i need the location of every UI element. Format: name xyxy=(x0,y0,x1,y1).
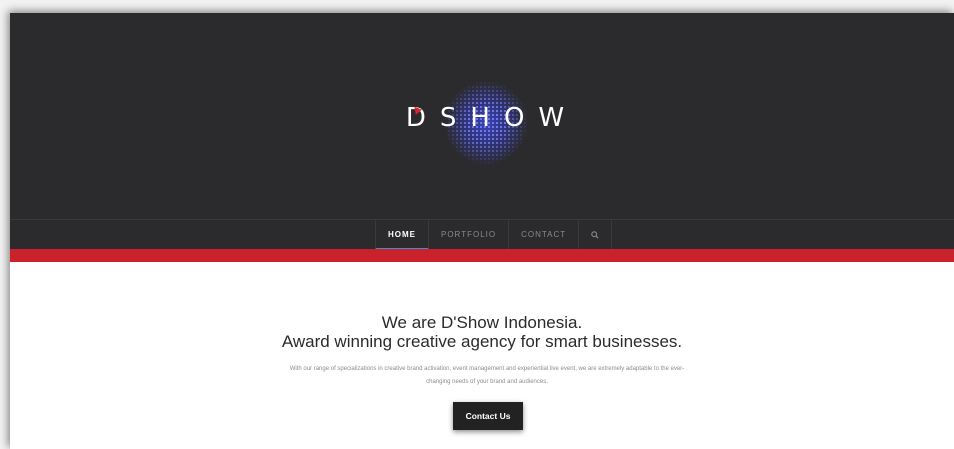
accent-band xyxy=(10,249,954,262)
hero-description-line1: With our range of specializations in cre… xyxy=(289,366,685,372)
nav-menu: HOME PORTFOLIO CONTACT xyxy=(375,220,613,250)
hero-headline-line2: Award winning creative agency for smart … xyxy=(281,332,683,351)
hero-description: With our range of specializations in cre… xyxy=(237,363,737,389)
screenshot-frame: DSHOW HOME PORTFOLIO CONTACT We are D'Sh… xyxy=(0,0,954,449)
main-navigation: HOME PORTFOLIO CONTACT xyxy=(10,219,954,250)
site-logo[interactable]: DSHOW xyxy=(387,77,587,169)
hero-section: We are D'Show Indonesia. Award winning c… xyxy=(10,262,954,449)
search-icon xyxy=(591,231,599,239)
hero-headline-line1: We are D'Show Indonesia. xyxy=(381,313,583,332)
site-header: DSHOW xyxy=(10,13,954,219)
nav-item-home[interactable]: HOME xyxy=(375,220,429,250)
nav-item-contact[interactable]: CONTACT xyxy=(509,220,580,250)
nav-search-button[interactable] xyxy=(579,220,613,250)
website-page: DSHOW HOME PORTFOLIO CONTACT We are D'Sh… xyxy=(10,13,954,449)
hero-headline: We are D'Show Indonesia. Award winning c… xyxy=(10,313,954,351)
nav-item-portfolio[interactable]: PORTFOLIO xyxy=(429,220,510,250)
contact-us-button[interactable]: Contact Us xyxy=(453,402,523,430)
hero-description-line2: changing needs of your brand and audienc… xyxy=(426,379,548,385)
